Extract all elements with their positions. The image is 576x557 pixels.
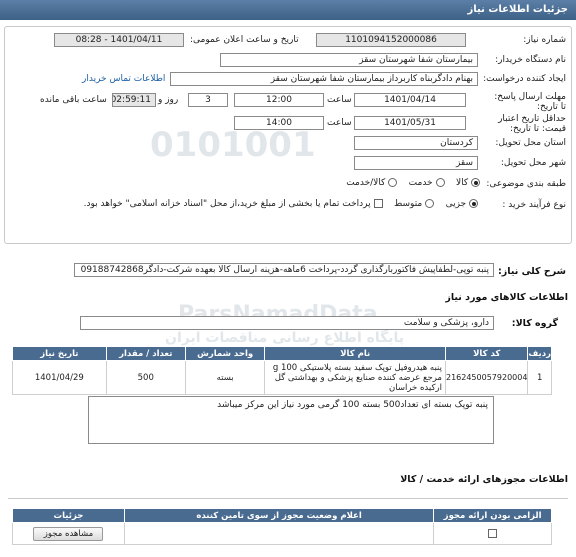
license-required-checkbox[interactable] xyxy=(488,528,498,538)
buyer-label: نام دستگاه خریدار: xyxy=(495,55,566,65)
goods-group-field[interactable]: دارو، پزشکی و سلامت xyxy=(80,316,494,330)
need-number-label: شماره نیاز: xyxy=(523,35,566,45)
city-field[interactable]: سقز xyxy=(354,156,478,170)
cell-license-status xyxy=(123,522,435,545)
validity-time-field[interactable]: 14:00 xyxy=(234,116,324,130)
category-goods-label: کالا xyxy=(455,178,469,188)
purchase-type-radio-group: جزیی متوسط پرداخت تمام یا بخشی از مبلغ خ… xyxy=(40,199,478,209)
creator-field[interactable]: بهنام دادگربناه کاربرداز بیمارستان شفا ش… xyxy=(170,72,478,86)
buyer-note-box[interactable]: پنبه توپک بسته ای تعداد500 بسته 100 گرمی… xyxy=(88,396,494,444)
treasury-checkbox[interactable] xyxy=(373,199,383,208)
cell-qty: 500 xyxy=(105,360,186,395)
goods-section-title: اطلاعات کالاهای مورد نیاز xyxy=(445,292,568,303)
remaining-label: ساعت باقی مانده xyxy=(40,95,107,105)
buyer-contact-link[interactable]: اطلاعات تماس خریدار xyxy=(82,74,165,84)
announce-field[interactable]: 1401/04/11 - 08:28 xyxy=(54,33,184,47)
purchase-partial-radio[interactable] xyxy=(469,199,478,208)
city-label: شهر محل تحویل: xyxy=(500,158,566,168)
purchase-medium-label: متوسط xyxy=(393,199,423,209)
announce-label: تاریخ و ساعت اعلان عمومی: xyxy=(190,35,299,45)
deadline-time-label: ساعت xyxy=(327,95,352,105)
days-field[interactable]: 3 xyxy=(188,93,228,107)
deadline-time-field[interactable]: 12:00 xyxy=(234,93,324,107)
goods-table: ردیف کد کالا نام کالا واحد شمارش تعداد /… xyxy=(12,346,552,395)
cell-date: 1401/04/29 xyxy=(12,360,107,395)
category-radio-group: کالا خدمت کالا/خدمت xyxy=(300,178,480,188)
purchase-medium-radio[interactable] xyxy=(425,199,435,208)
col-qty: تعداد / مقدار xyxy=(105,346,186,361)
license-section-title: اطلاعات مجوزهای ارائه خدمت / کالا xyxy=(400,474,568,485)
goods-table-header: ردیف کد کالا نام کالا واحد شمارش تعداد /… xyxy=(12,346,552,361)
col-row: ردیف xyxy=(527,346,552,361)
category-both-label: کالا/خدمت xyxy=(346,178,386,188)
license-table: الزامی بودن ارائه مجوز اعلام وضعیت مجوز … xyxy=(12,508,552,545)
summary-field[interactable]: پنبه توپی-لطفاپیش فاکتوربارگذاری گردد-پر… xyxy=(74,263,494,277)
treasury-note: پرداخت تمام یا بخشی از مبلغ خرید،از محل … xyxy=(83,199,371,209)
col-license-status: اعلام وضعیت مجوز از سوی تامین کننده xyxy=(123,508,435,523)
watermark-subtitle: پایگاه اطلاع رسانی مناقصات ایران xyxy=(165,330,405,346)
view-license-button[interactable]: مشاهده مجوز xyxy=(33,526,104,541)
category-service-label: خدمت xyxy=(408,178,433,188)
validity-time-label: ساعت xyxy=(327,118,352,128)
cell-code: 2162450057920004 xyxy=(444,360,529,395)
license-section-divider xyxy=(8,498,568,499)
purchase-type-label: نوع فرآیند خرید : xyxy=(502,200,566,210)
remaining-time-field[interactable]: 02:59:11 xyxy=(112,93,156,107)
cell-license-details: مشاهده مجوز xyxy=(12,522,125,545)
category-label: طبقه بندی موضوعی: xyxy=(486,179,566,189)
summary-label: شرح کلی نیاز: xyxy=(497,266,566,277)
category-service-radio[interactable] xyxy=(435,178,445,187)
days-label: روز و xyxy=(158,95,179,105)
province-label: استان محل تحویل: xyxy=(495,138,566,148)
province-field[interactable]: کردستان xyxy=(354,136,478,150)
goods-group-label: گروه کالا: xyxy=(511,318,558,329)
col-license-required: الزامی بودن ارائه مجوز xyxy=(433,508,552,523)
col-unit: واحد شمارش xyxy=(184,346,266,361)
deadline-date-field[interactable]: 1401/04/14 xyxy=(354,93,466,107)
validity-date-field[interactable]: 1401/05/31 xyxy=(354,116,466,130)
page-header: جزئیات اطلاعات نیاز xyxy=(0,0,576,20)
validity-label: حداقل تاریخ اعتبار قیمت: تا تاریخ: xyxy=(498,114,566,134)
cell-name: پنبه هیدروفیل توپک سفید بسته پلاستیکی 10… xyxy=(264,360,446,395)
col-license-details: جزئیات xyxy=(12,508,125,523)
license-table-header: الزامی بودن ارائه مجوز اعلام وضعیت مجوز … xyxy=(12,508,552,523)
table-row[interactable]: 1 2162450057920004 پنبه هیدروفیل توپک سف… xyxy=(12,360,552,395)
cell-unit: بسته xyxy=(184,360,266,395)
need-number-field[interactable]: 1101094152000086 xyxy=(316,33,466,47)
cell-row: 1 xyxy=(527,360,552,395)
buyer-field[interactable]: بیمارستان شفا شهرستان سقز xyxy=(220,53,478,67)
creator-label: ایجاد کننده درخواست: xyxy=(483,74,566,84)
category-goods-radio[interactable] xyxy=(471,178,480,187)
deadline-label: مهلت ارسال پاسخ: تا تاریخ: xyxy=(494,92,566,112)
table-row: مشاهده مجوز xyxy=(12,522,552,545)
cell-license-required xyxy=(433,522,552,545)
col-name: نام کالا xyxy=(264,346,446,361)
col-date: تاریخ نیاز xyxy=(12,346,107,361)
col-code: کد کالا xyxy=(444,346,529,361)
category-both-radio[interactable] xyxy=(388,178,398,187)
purchase-partial-label: جزیی xyxy=(445,199,467,209)
